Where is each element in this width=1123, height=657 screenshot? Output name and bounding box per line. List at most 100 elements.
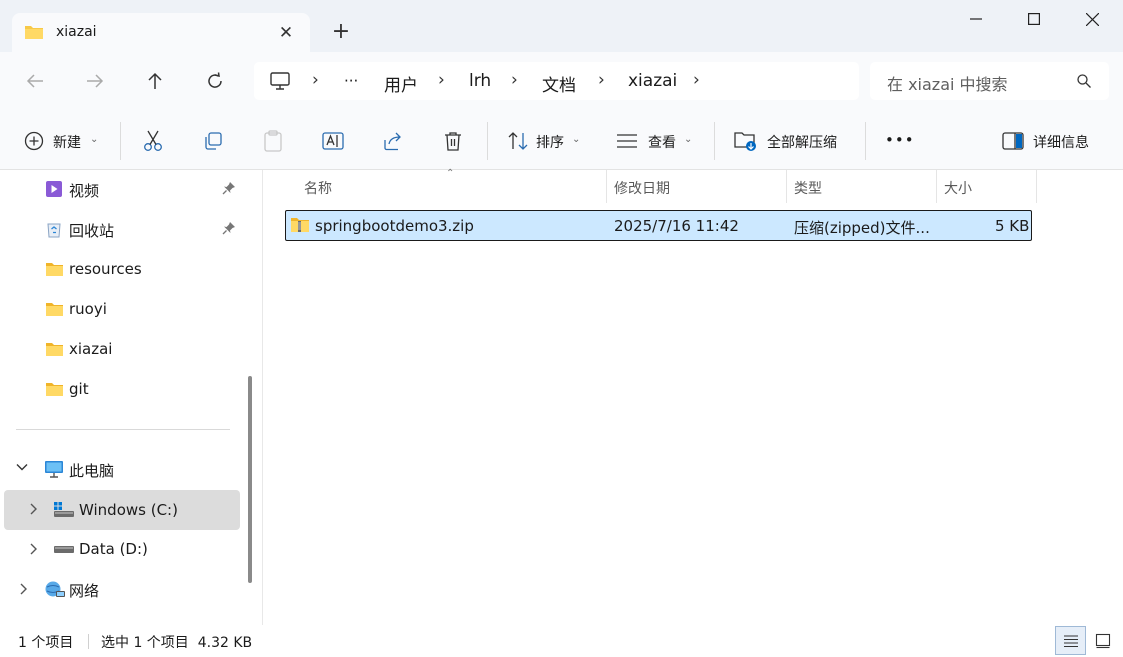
view-lines-icon [615,129,639,153]
column-header-modified[interactable]: 修改日期 [614,170,670,203]
sidebar-item-drive-c[interactable]: Windows (C:) [4,490,240,530]
this-pc-icon [270,72,290,94]
tab-xiazai[interactable]: xiazai ✕ [12,13,310,52]
sidebar-item-label: Data (D:) [79,540,148,558]
sidebar-item-network[interactable]: 网络 [0,570,240,608]
sidebar-item-resources[interactable]: resources [0,250,240,288]
details-label: 详细信息 [1033,135,1089,151]
chevron-down-icon: ⌄ [90,134,99,145]
sidebar-item-label: 网络 [69,582,100,600]
sidebar-item-videos[interactable]: 视频 [0,170,240,208]
sidebar-item-xiazai[interactable]: xiazai [0,330,240,368]
file-list: ⌃ 名称 修改日期 类型 大小 springbootdemo3.zip 2025… [262,168,1123,625]
sort-arrows-icon [506,129,530,153]
scissors-icon [144,130,162,151]
sidebar-item-drive-d[interactable]: Data (D:) [0,530,240,568]
column-header-row: ⌃ 名称 修改日期 类型 大小 [263,168,1123,203]
sort-button[interactable]: 排序 ⌄ [498,119,593,161]
extract-all-label: 全部解压缩 [767,135,837,151]
new-label: 新建 [53,135,81,151]
sidebar-item-label: 视频 [69,182,100,200]
share-button[interactable] [381,129,405,153]
folder-icon [24,24,44,44]
share-icon [384,132,401,151]
tab-close-button[interactable]: ✕ [274,21,298,45]
large-icons-view-button[interactable] [1092,629,1114,653]
divider [714,122,715,160]
column-header-size[interactable]: 大小 [944,170,972,203]
sidebar-item-label: 此电脑 [69,462,115,480]
copy-icon [205,132,222,150]
paste-button[interactable] [261,129,285,153]
sidebar-scrollbar[interactable] [248,376,252,583]
minimize-button[interactable] [947,0,1005,38]
breadcrumb-item-users[interactable]: 用户 [384,71,418,96]
new-tab-button[interactable]: + [326,18,356,48]
maximize-button[interactable] [1005,0,1063,38]
sidebar-item-this-pc[interactable]: 此电脑 [0,450,240,488]
refresh-button[interactable] [195,61,235,101]
folder-icon [45,382,64,401]
selection-info: 选中 1 个项目 4.32 KB [101,635,253,651]
search-box[interactable]: 在 xiazai 中搜索 [870,62,1109,100]
maximize-icon [1028,13,1040,25]
chevron-right-icon[interactable] [28,503,38,519]
file-name: springbootdemo3.zip [315,217,474,235]
divider [865,122,866,160]
zip-file-icon [290,216,310,238]
breadcrumb-chevron-icon: › [511,70,518,90]
column-divider[interactable] [606,170,607,203]
rename-button[interactable] [321,129,345,153]
delete-button[interactable] [441,129,465,153]
search-input[interactable]: 在 xiazai 中搜索 [887,71,1008,95]
breadcrumb-item-lrh[interactable]: lrh [469,71,491,91]
breadcrumb-overflow-button[interactable]: ··· [344,72,358,90]
folder-icon [45,302,64,321]
chevron-down-icon[interactable] [16,461,28,476]
chevron-right-icon[interactable] [18,583,28,599]
address-bar[interactable]: › ··· 用户 › lrh › 文档 › xiazai › [254,62,859,100]
back-button[interactable] [15,61,55,101]
chevron-right-icon[interactable] [28,543,38,559]
new-button[interactable]: 新建 ⌄ [14,119,106,161]
up-button[interactable] [135,61,175,101]
breadcrumb-chevron-icon: › [598,70,605,90]
view-button[interactable]: 查看 ⌄ [609,119,704,161]
close-icon [1085,12,1099,26]
sidebar-item-ruoyi[interactable]: ruoyi [0,290,240,328]
column-divider[interactable] [936,170,937,203]
divider [88,634,89,649]
column-header-name[interactable]: 名称 [304,170,332,203]
breadcrumb-item-documents[interactable]: 文档 [542,71,576,96]
item-count: 1 个项目 [18,635,74,651]
column-header-type[interactable]: 类型 [794,170,822,203]
pin-icon[interactable] [222,221,236,239]
more-options-button[interactable]: ••• [885,131,915,149]
cut-button[interactable] [141,129,165,153]
column-divider[interactable] [1036,170,1037,203]
recycle-bin-icon [45,220,63,242]
column-divider[interactable] [786,170,787,203]
clipboard-icon [264,130,282,152]
tab-title: xiazai [56,24,97,40]
rename-icon [322,132,344,150]
details-pane-button[interactable]: 详细信息 [993,119,1108,161]
breadcrumb-item-xiazai[interactable]: xiazai [628,71,677,91]
copy-button[interactable] [201,129,225,153]
pin-icon[interactable] [222,181,236,199]
plus-circle-icon [22,129,46,153]
extract-all-button[interactable]: 全部解压缩 [726,119,854,161]
close-button[interactable] [1063,0,1121,38]
details-view-button[interactable] [1055,626,1086,655]
forward-arrow-icon [87,74,104,88]
breadcrumb-chevron-icon[interactable]: › [693,70,700,90]
sidebar-divider [16,429,230,430]
sidebar-item-recycle-bin[interactable]: 回收站 [0,210,240,248]
sidebar-item-label: resources [69,260,142,278]
sidebar-item-git[interactable]: git [0,370,240,408]
title-bar: xiazai ✕ + [0,0,1123,52]
table-row[interactable]: springbootdemo3.zip 2025/7/16 11:42 压缩(z… [285,210,1032,241]
forward-button[interactable] [75,61,115,101]
sidebar-item-label: xiazai [69,340,113,358]
tiles-view-icon [1095,633,1111,649]
